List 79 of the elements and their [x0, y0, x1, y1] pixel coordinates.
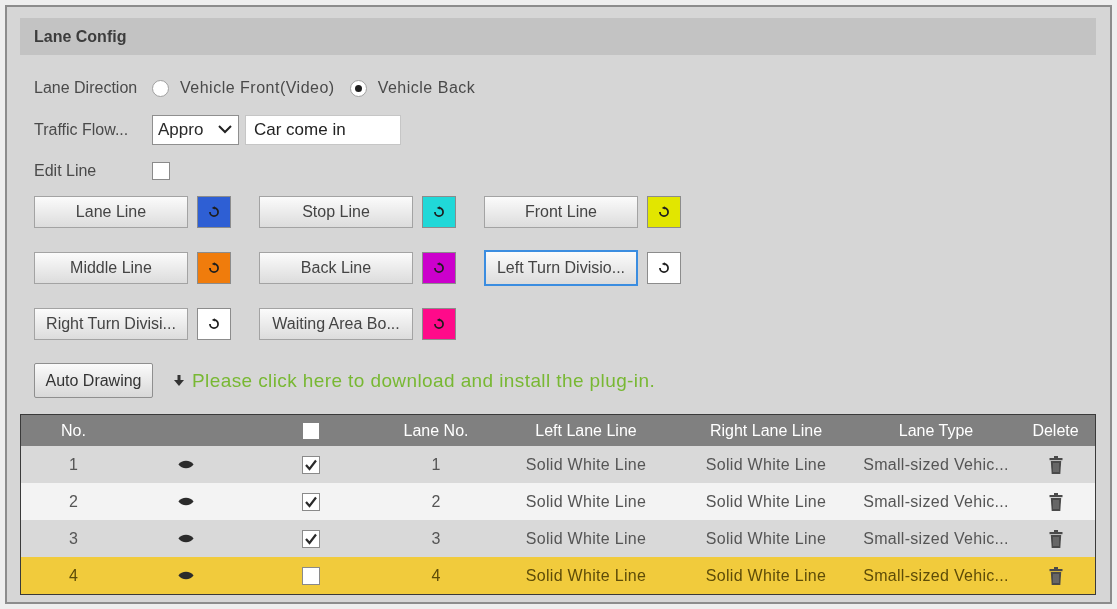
line-type-button[interactable]: Front Line	[484, 196, 638, 228]
table-cell-text: Solid White Line	[524, 565, 648, 586]
color-picker-button[interactable]	[647, 196, 681, 228]
column-header: No.	[60, 420, 87, 441]
auto-drawing-button[interactable]: Auto Drawing	[34, 363, 153, 398]
field-label: Lane Direction	[34, 79, 139, 97]
color-picker-button[interactable]	[197, 196, 231, 228]
eye-icon	[178, 459, 194, 470]
circular-arrow-icon	[658, 206, 670, 218]
down-arrow-icon	[174, 374, 184, 387]
table-cell-text: Solid White Line	[704, 565, 828, 586]
table-cell-text: Small-sized Vehic...	[862, 491, 1010, 512]
checkbox[interactable]	[152, 162, 170, 180]
eye-icon	[178, 496, 194, 507]
checkbox[interactable]	[302, 455, 320, 474]
table-cell-text: Small-sized Vehic...	[862, 565, 1010, 586]
checkbox[interactable]	[302, 529, 320, 548]
dropdown-select[interactable]: Appro	[152, 114, 239, 145]
table-cell-text: Small-sized Vehic...	[862, 528, 1010, 549]
line-type-button[interactable]: Left Turn Divisio...	[484, 250, 638, 286]
table-cell-text: Solid White Line	[524, 528, 648, 549]
circular-arrow-icon	[433, 318, 445, 330]
radio-button[interactable]	[349, 79, 367, 97]
table-cell-text: Solid White Line	[524, 491, 648, 512]
table-row[interactable]: 4 4 Solid White Line Solid White Line Small-sized Vehic...	[21, 557, 1095, 594]
radio-label: Vehicle Front(Video)	[180, 79, 335, 97]
circular-arrow-icon	[208, 206, 220, 218]
line-type-button[interactable]: Right Turn Divisi...	[34, 308, 188, 340]
color-picker-button[interactable]	[422, 196, 456, 228]
eye-icon	[178, 533, 194, 544]
circular-arrow-icon	[658, 262, 670, 274]
color-picker-button[interactable]	[197, 252, 231, 284]
column-header: Left Lane Line	[534, 420, 638, 441]
circular-arrow-icon	[208, 262, 220, 274]
field-label: Edit Line	[34, 162, 98, 180]
radio-label: Vehicle Back	[377, 79, 476, 97]
checkbox[interactable]	[302, 492, 320, 511]
table-cell-text: Solid White Line	[704, 454, 828, 475]
checkbox[interactable]	[302, 566, 320, 585]
color-picker-button[interactable]	[422, 252, 456, 284]
circular-arrow-icon	[433, 262, 445, 274]
line-type-button[interactable]: Stop Line	[259, 196, 413, 228]
field-label: Traffic Flow...	[34, 120, 130, 139]
color-picker-button[interactable]	[197, 308, 231, 340]
section-title: Lane Config	[34, 27, 127, 46]
trash-icon[interactable]	[1048, 455, 1063, 474]
line-type-button[interactable]: Middle Line	[34, 252, 188, 284]
text-field[interactable]: Car come in	[245, 114, 401, 145]
table-cell-text: 3	[430, 528, 442, 549]
checkbox[interactable]	[303, 422, 319, 439]
column-header: Delete	[1031, 420, 1080, 441]
color-picker-button[interactable]	[422, 308, 456, 340]
line-type-button[interactable]: Waiting Area Bo...	[259, 308, 413, 340]
table-cell-text: 4	[67, 565, 80, 586]
column-header: Lane Type	[897, 420, 975, 441]
trash-icon[interactable]	[1048, 566, 1063, 585]
trash-icon[interactable]	[1048, 492, 1063, 511]
column-header: Lane No.	[402, 420, 470, 441]
table-cell-text: 1	[430, 454, 442, 475]
table-row[interactable]: 2 2 Solid White Line Solid White Line Small-sized Vehic...	[21, 483, 1095, 520]
table-cell-text: Solid White Line	[524, 454, 648, 475]
radio-button[interactable]	[152, 79, 169, 97]
table-cell-text: Small-sized Vehic...	[862, 454, 1010, 475]
color-picker-button[interactable]	[647, 252, 681, 284]
eye-icon	[178, 570, 194, 581]
line-type-button[interactable]: Back Line	[259, 252, 413, 284]
table-cell-text: Solid White Line	[704, 491, 828, 512]
table-cell-text: 2	[67, 491, 80, 512]
chevron-down-icon	[218, 125, 232, 134]
column-header: Right Lane Line	[708, 420, 824, 441]
table-cell-text: Solid White Line	[704, 528, 828, 549]
circular-arrow-icon	[208, 318, 220, 330]
line-type-button[interactable]: Lane Line	[34, 196, 188, 228]
table-cell-text: 3	[67, 528, 80, 549]
table-cell-text: 2	[430, 491, 442, 512]
trash-icon[interactable]	[1048, 529, 1063, 548]
table-cell-text: 1	[67, 454, 80, 475]
table-cell-text: 4	[430, 565, 442, 586]
circular-arrow-icon	[433, 206, 445, 218]
